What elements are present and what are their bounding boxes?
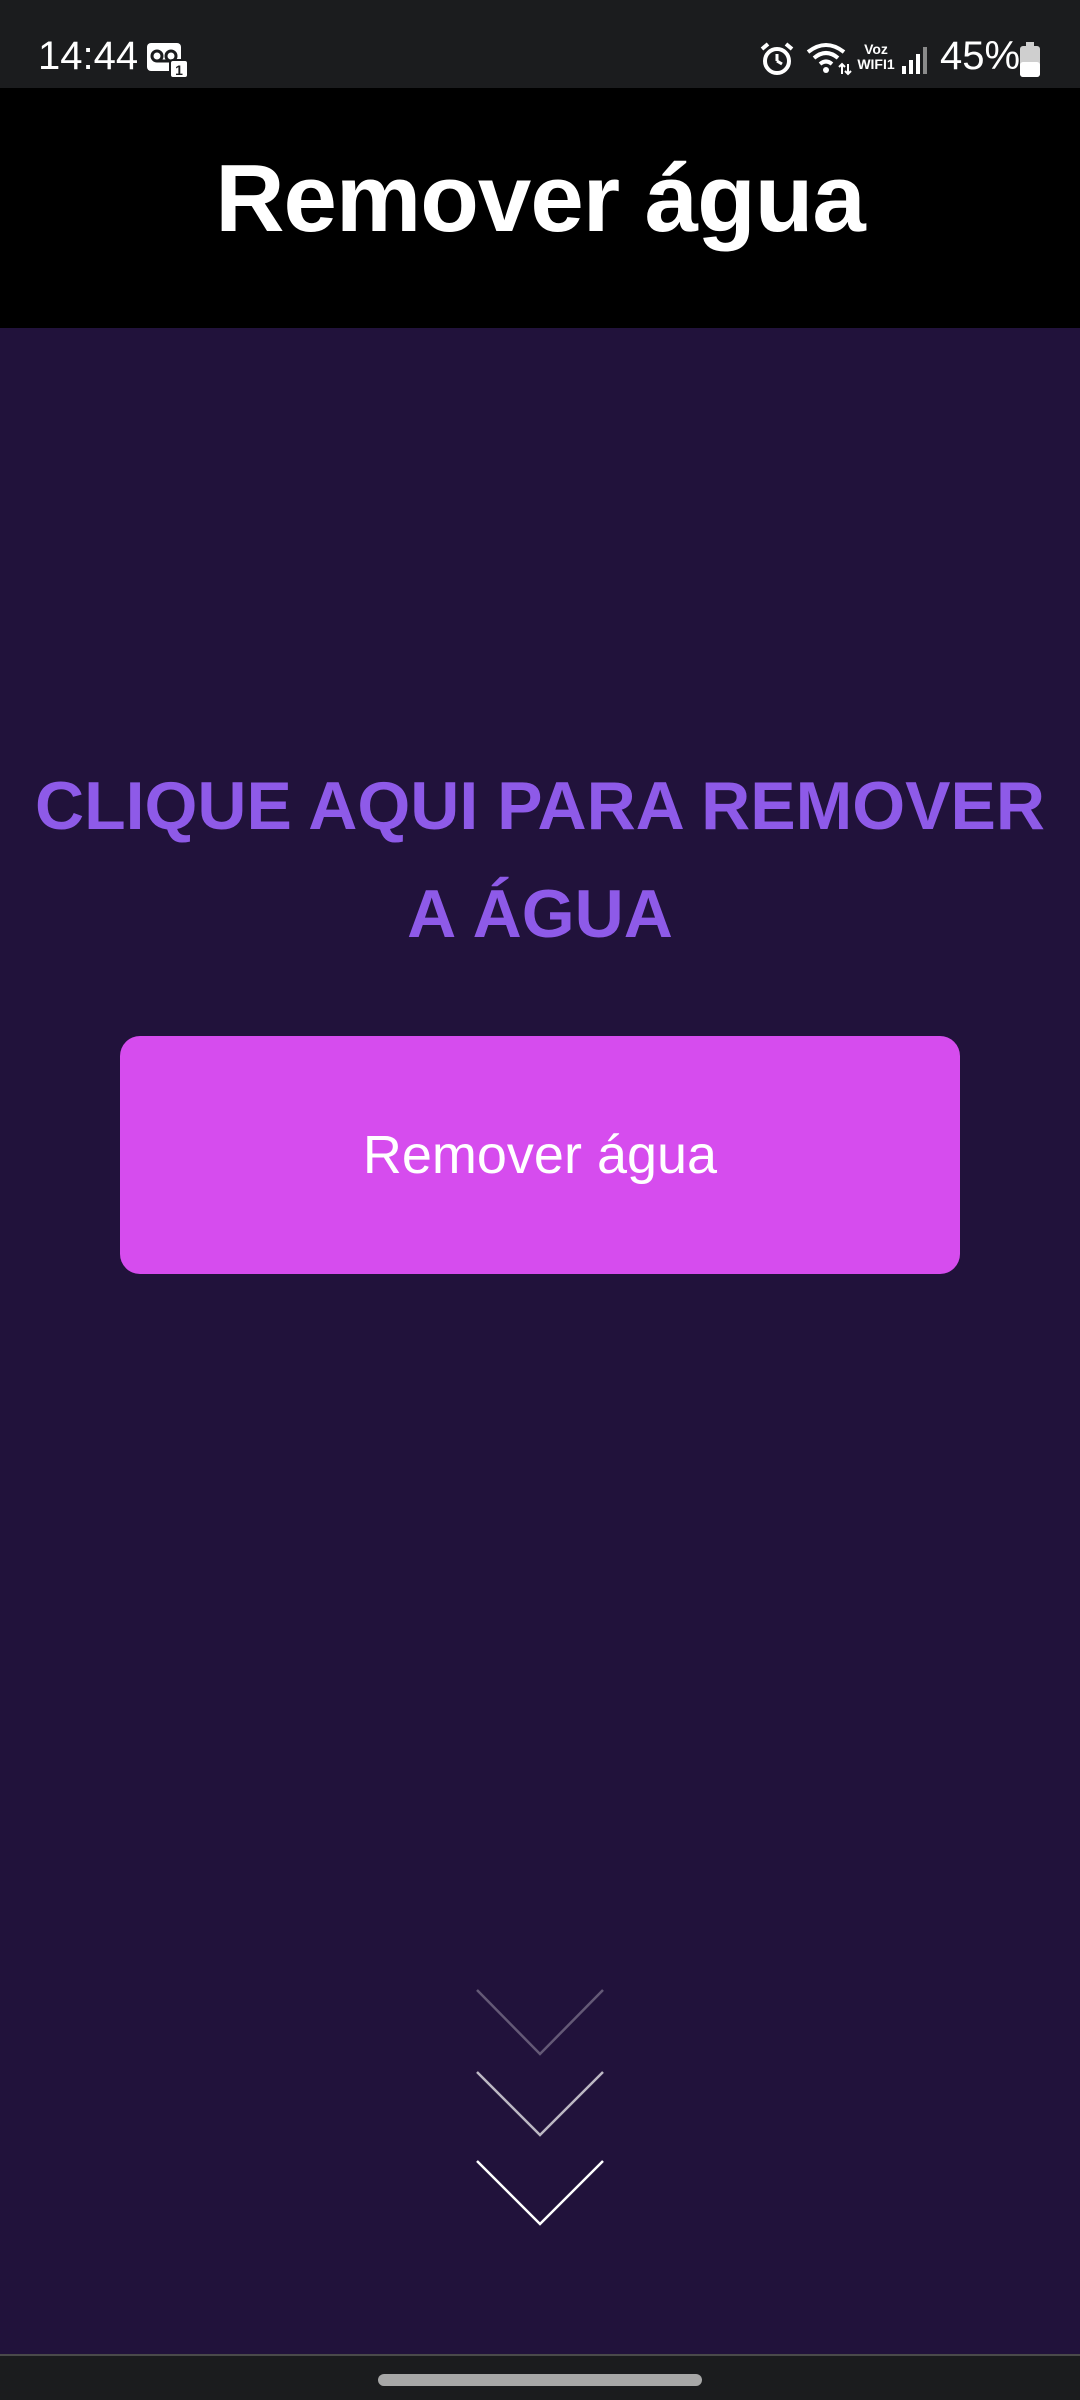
wifi-icon [804,38,852,78]
voz-label: Voz [864,41,888,57]
signal-icon [900,44,932,76]
battery-icon [1018,42,1042,78]
chevron-down-icon [476,2160,604,2226]
scroll-down-indicator [470,1980,610,2240]
chevron-down-icon [476,2071,604,2137]
alarm-icon [758,40,796,78]
chevron-down-icon [476,1989,604,2056]
home-gesture-handle[interactable] [378,2374,702,2386]
prompt-line-1: CLIQUE AQUI PARA REMOVER [35,768,1045,844]
remove-water-button[interactable]: Remover água [120,1036,960,1274]
status-time: 14:44 [38,34,139,78]
voz-wifi-label: Voz WIFI1 [852,42,900,72]
remove-water-prompt: CLIQUE AQUI PARA REMOVER A ÁGUA [0,752,1080,968]
svg-text:1: 1 [175,62,183,78]
wifi-calling-label: WIFI1 [857,56,895,72]
voicemail-icon: 1 [146,40,190,80]
navigation-bar [0,2354,1080,2400]
app-header: Remover água [0,88,1080,328]
status-bar: 14:44 1 Voz WIFI1 45% [0,0,1080,88]
prompt-line-2: A ÁGUA [407,876,673,952]
battery-percentage: 45% [940,34,1021,78]
page-title: Remover água [215,145,866,252]
